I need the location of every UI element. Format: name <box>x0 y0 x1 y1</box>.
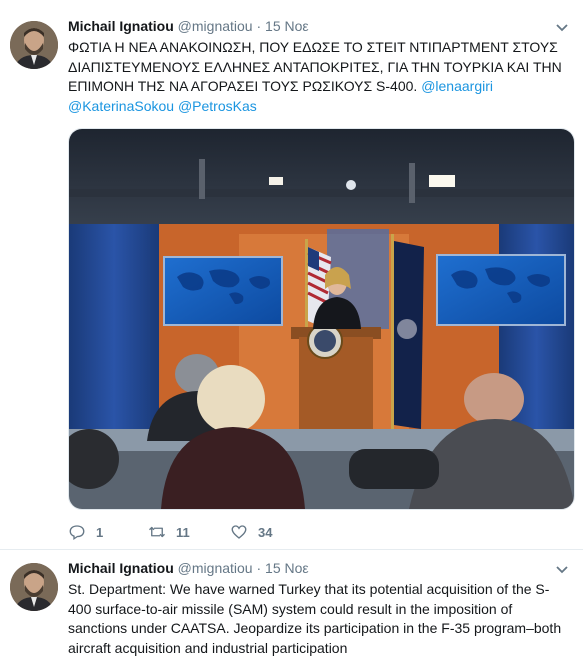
author-name[interactable]: Michail Ignatiou <box>68 560 174 576</box>
tweet-body: St. Department: We have warned Turkey th… <box>68 581 562 656</box>
tweet[interactable]: Michail Ignatiou @mignatiou · 15 Νοε St.… <box>0 550 583 669</box>
separator: · <box>256 560 262 576</box>
heart-icon <box>231 525 247 539</box>
tweet-date[interactable]: 15 Νοε <box>265 18 309 34</box>
author-handle[interactable]: @mignatiou <box>178 18 253 34</box>
tweet[interactable]: Michail Ignatiou @mignatiou · 15 Νοε ΦΩΤ… <box>0 0 583 550</box>
tweet-text: ΦΩΤΙΑ Η ΝΕΑ ΑΝΑΚΟΙΝΩΣΗ, ΠΟΥ ΕΔΩΣΕ ΤΟ ΣΤΕ… <box>68 38 568 116</box>
chevron-down-icon[interactable] <box>555 562 569 574</box>
mention-link[interactable]: @PetrosKas <box>178 98 257 114</box>
avatar[interactable] <box>10 563 58 611</box>
reply-button[interactable]: 1 <box>68 522 103 542</box>
reply-count: 1 <box>96 524 104 540</box>
chevron-down-icon[interactable] <box>555 20 569 32</box>
tweet-date[interactable]: 15 Νοε <box>265 560 309 576</box>
mention-link[interactable]: @KaterinaSokou <box>68 98 174 114</box>
avatar[interactable] <box>10 21 58 69</box>
mention-link[interactable]: @lenaargiri <box>421 78 493 94</box>
tweet-header: Michail Ignatiou @mignatiou · 15 Νοε <box>68 17 309 35</box>
reply-icon <box>69 525 85 541</box>
like-button[interactable]: 34 <box>230 522 272 542</box>
retweet-count: 11 <box>176 524 190 540</box>
author-handle[interactable]: @mignatiou <box>178 560 253 576</box>
retweet-button[interactable]: 11 <box>148 522 190 542</box>
tweet-photo[interactable] <box>68 128 575 510</box>
tweet-header: Michail Ignatiou @mignatiou · 15 Νοε <box>68 559 309 577</box>
author-name[interactable]: Michail Ignatiou <box>68 18 174 34</box>
tweet-text: St. Department: We have warned Turkey th… <box>68 580 568 658</box>
retweet-icon <box>149 526 165 538</box>
like-count: 34 <box>258 524 273 540</box>
separator: · <box>256 18 262 34</box>
